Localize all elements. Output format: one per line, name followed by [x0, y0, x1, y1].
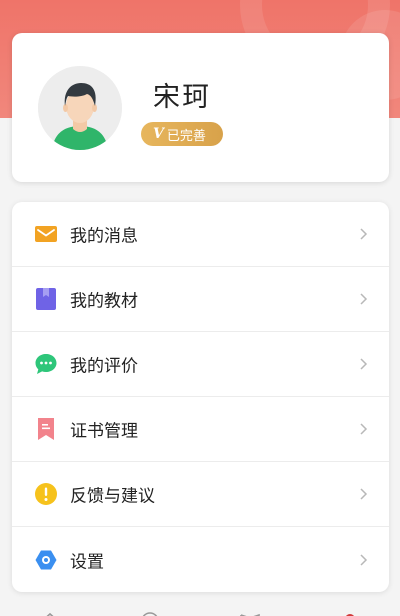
- exclamation-icon: [34, 482, 58, 506]
- book-open-icon[interactable]: [239, 608, 261, 616]
- menu-item-reviews[interactable]: 我的评价: [12, 332, 389, 397]
- menu-list: 我的消息 我的教材 我的评价 证书管理 反馈与建议 设置: [12, 202, 389, 592]
- menu-item-label: 设置: [70, 552, 104, 572]
- avatar-icon: [38, 66, 122, 150]
- menu-item-label: 反馈与建议: [70, 486, 155, 507]
- profile-complete-badge: V 已完善: [141, 122, 223, 146]
- menu-item-textbooks[interactable]: 我的教材: [12, 267, 389, 332]
- menu-item-label: 我的教材: [70, 291, 138, 312]
- badge-text: 已完善: [166, 128, 206, 144]
- chevron-right-icon: [360, 553, 368, 566]
- menu-item-certificates[interactable]: 证书管理: [12, 397, 389, 462]
- verified-v-icon: V: [153, 126, 164, 142]
- home-icon[interactable]: [39, 608, 61, 616]
- chevron-right-icon: [360, 423, 368, 435]
- chevron-right-icon: [360, 228, 368, 240]
- user-name: 宋珂: [153, 82, 211, 113]
- menu-item-label: 我的消息: [70, 226, 138, 247]
- chevron-right-icon: [360, 488, 368, 500]
- profile-card[interactable]: 宋珂 V 已完善: [12, 33, 389, 182]
- menu-item-label: 我的评价: [70, 356, 138, 377]
- chevron-right-icon: [360, 293, 368, 305]
- book-icon: [34, 287, 58, 311]
- bookmark-icon: [34, 417, 58, 441]
- envelope-icon: [34, 222, 58, 246]
- menu-item-feedback[interactable]: 反馈与建议: [12, 462, 389, 527]
- chevron-right-icon: [360, 358, 368, 370]
- discover-icon[interactable]: [139, 608, 161, 616]
- chat-bubble-icon: [34, 352, 58, 376]
- menu-item-messages[interactable]: 我的消息: [12, 202, 389, 267]
- menu-item-settings[interactable]: 设置: [12, 527, 389, 592]
- bottom-nav: [0, 604, 400, 616]
- hexagon-gear-icon: [34, 548, 58, 572]
- avatar[interactable]: [38, 66, 122, 150]
- menu-item-label: 证书管理: [70, 421, 138, 442]
- profile-icon[interactable]: [339, 608, 361, 616]
- profile-page: 宋珂 V 已完善 我的消息 我的教材 我的评价 证书管理 反馈与建议 设置: [0, 0, 400, 616]
